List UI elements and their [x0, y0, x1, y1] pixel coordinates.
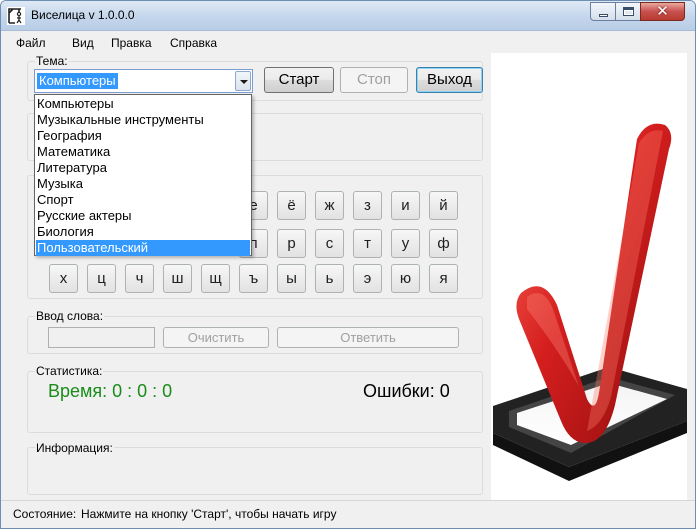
theme-option[interactable]: Русские актеры	[36, 208, 250, 224]
status-text: Нажмите на кнопку 'Старт', чтобы начать …	[81, 507, 337, 521]
letter-button[interactable]: ы	[277, 264, 306, 293]
letter-button[interactable]: й	[429, 191, 458, 220]
menu-file[interactable]: Файл	[16, 36, 46, 50]
letter-button[interactable]: ё	[277, 191, 306, 220]
letter-button[interactable]: х	[49, 264, 78, 293]
letter-button[interactable]: я	[429, 264, 458, 293]
letter-button[interactable]: с	[315, 229, 344, 258]
theme-dropdown-list[interactable]: Компьютеры Музыкальные инструменты Геогр…	[34, 94, 252, 256]
main-window: Виселица v 1.0.0.0 ✕ Файл Вид Правка Спр…	[0, 0, 696, 529]
letter-button[interactable]: т	[353, 229, 382, 258]
letter-button[interactable]: ж	[315, 191, 344, 220]
app-icon	[7, 7, 25, 25]
errors-value: Ошибки: 0	[363, 381, 450, 401]
letter-button[interactable]: щ	[201, 264, 230, 293]
letter-button[interactable]: э	[353, 264, 382, 293]
clear-button[interactable]: Очистить	[163, 327, 269, 348]
window-title: Виселица v 1.0.0.0	[31, 8, 135, 22]
letter-button[interactable]: ю	[391, 264, 420, 293]
checkmark-image	[491, 53, 687, 500]
stop-button[interactable]: Стоп	[340, 67, 408, 93]
letter-button[interactable]: ъ	[239, 264, 268, 293]
theme-option[interactable]: География	[36, 128, 250, 144]
exit-button[interactable]: Выход	[416, 67, 483, 93]
letter-button[interactable]: ш	[163, 264, 192, 293]
info-label: Информация:	[35, 441, 114, 455]
minimize-icon	[599, 14, 608, 17]
letter-button[interactable]: з	[353, 191, 382, 220]
menu-view[interactable]: Вид	[72, 36, 94, 50]
answer-button[interactable]: Ответить	[277, 327, 459, 348]
theme-option[interactable]: Математика	[36, 144, 250, 160]
time-value: Время: 0 : 0 : 0	[48, 381, 173, 401]
theme-label: Тема:	[35, 54, 69, 68]
letter-button[interactable]: ф	[429, 229, 458, 258]
checkmark-graphic	[491, 53, 687, 500]
letter-button[interactable]: и	[391, 191, 420, 220]
status-label: Состояние:	[13, 507, 77, 521]
letter-button[interactable]: ь	[315, 264, 344, 293]
word-input-field[interactable]	[48, 327, 155, 348]
close-icon: ✕	[656, 3, 669, 20]
letter-button[interactable]: ч	[125, 264, 154, 293]
status-bar: Состояние: Нажмите на кнопку 'Старт', чт…	[1, 500, 695, 528]
word-input-label: Ввод слова:	[35, 309, 105, 323]
theme-option[interactable]: Музыка	[36, 176, 250, 192]
start-button[interactable]: Старт	[264, 67, 334, 93]
menu-bar: Файл Вид Правка Справка	[9, 31, 687, 53]
title-bar[interactable]: Виселица v 1.0.0.0 ✕	[1, 1, 695, 31]
dropdown-arrow-icon[interactable]	[235, 71, 251, 91]
theme-option[interactable]: Музыкальные инструменты	[36, 112, 250, 128]
menu-help[interactable]: Справка	[170, 36, 217, 50]
theme-selected-value: Компьютеры	[37, 73, 118, 89]
close-button[interactable]: ✕	[640, 2, 685, 21]
menu-edit[interactable]: Правка	[111, 36, 152, 50]
maximize-button[interactable]	[615, 2, 641, 21]
theme-option[interactable]: Спорт	[36, 192, 250, 208]
maximize-icon	[623, 7, 634, 16]
letter-button[interactable]: р	[277, 229, 306, 258]
letter-button[interactable]: ц	[87, 264, 116, 293]
theme-option-highlighted[interactable]: Пользовательский	[36, 240, 250, 256]
letter-button[interactable]: у	[391, 229, 420, 258]
theme-option[interactable]: Биология	[36, 224, 250, 240]
theme-option[interactable]: Компьютеры	[36, 96, 250, 112]
theme-option[interactable]: Литература	[36, 160, 250, 176]
theme-combobox[interactable]: Компьютеры	[34, 69, 253, 93]
minimize-button[interactable]	[590, 2, 616, 21]
stats-label: Статистика:	[35, 364, 104, 378]
